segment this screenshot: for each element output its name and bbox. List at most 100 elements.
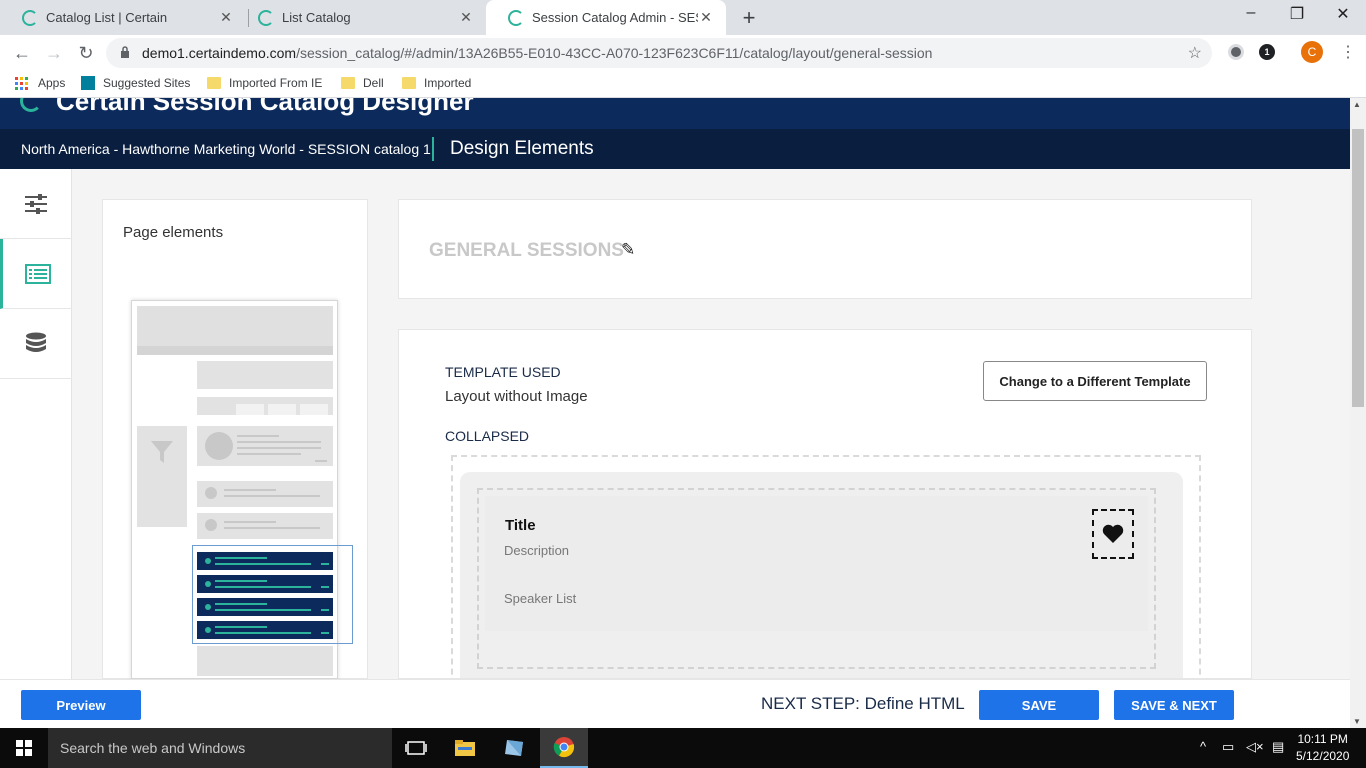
taskbar-search-box[interactable]: Search the web and Windows (48, 728, 392, 768)
close-tab-icon[interactable]: ✕ (458, 9, 474, 26)
bookmark-label: Dell (363, 76, 384, 90)
section-title: Design Elements (450, 138, 594, 159)
tablet-app-icon[interactable] (490, 728, 538, 768)
selected-element-outline[interactable] (192, 545, 353, 644)
folder-icon (341, 77, 355, 89)
filter-icon (151, 441, 173, 463)
scroll-down-arrow-icon[interactable]: ▼ (1353, 717, 1361, 726)
bookmark-dell[interactable]: Dell (341, 76, 384, 90)
bookmark-suggested-sites[interactable]: Suggested Sites (81, 76, 190, 90)
mock-filter-panel (137, 426, 187, 527)
mock-line (237, 435, 279, 437)
save-button[interactable]: SAVE (979, 690, 1099, 720)
scroll-up-arrow-icon[interactable]: ▲ (1353, 100, 1361, 109)
lock-icon (121, 46, 129, 58)
preview-description[interactable]: Description (504, 543, 569, 558)
sliders-icon (25, 193, 47, 214)
volume-muted-icon[interactable]: ◁× (1246, 739, 1264, 755)
taskbar-search-placeholder: Search the web and Windows (60, 740, 246, 756)
mock-dot (205, 487, 217, 499)
chrome-taskbar-icon[interactable] (540, 728, 588, 768)
header-divider (432, 137, 434, 161)
mock-line (237, 441, 321, 443)
battery-icon[interactable]: ▭ (1222, 739, 1234, 755)
preview-title[interactable]: Title (505, 517, 536, 534)
catalog-name-card: GENERAL SESSIONS ✎ (398, 199, 1252, 299)
mock-line (237, 453, 301, 455)
edit-pencil-icon[interactable]: ✎ (621, 240, 635, 260)
bookmark-star-icon[interactable]: ☆ (1188, 43, 1202, 63)
change-template-button[interactable]: Change to a Different Template (983, 361, 1207, 401)
browser-tab-bar: Catalog List | Certain ✕ List Catalog ✕ … (0, 0, 1366, 35)
mock-tab (268, 404, 296, 415)
extension-badge-icon[interactable]: 1 (1259, 44, 1275, 60)
certain-favicon-icon (22, 9, 38, 26)
app-subheader: North America - Hawthorne Marketing Worl… (0, 129, 1350, 169)
mock-search (197, 361, 333, 389)
bookmark-apps[interactable]: Apps (15, 76, 65, 90)
certain-favicon-icon (258, 9, 274, 26)
page-elements-heading: Page elements (123, 224, 224, 241)
tray-chevron-icon[interactable]: ^ (1200, 739, 1206, 754)
minimize-button[interactable]: – (1236, 4, 1266, 22)
extension-icon[interactable] (1228, 44, 1244, 60)
save-next-button[interactable]: SAVE & NEXT (1114, 690, 1234, 720)
url-domain: demo1.certaindemo.com (142, 45, 297, 61)
nav-item-settings[interactable] (0, 169, 72, 239)
url-path: /session_catalog/#/admin/13A26B55-E010-4… (296, 45, 933, 61)
bookmark-label: Imported (424, 76, 472, 90)
list-layout-icon (24, 263, 51, 284)
back-button[interactable]: ← (10, 41, 34, 65)
next-step-label: NEXT STEP: Define HTML (761, 694, 965, 713)
catalog-name: GENERAL SESSIONS (429, 240, 624, 261)
task-view-icon[interactable] (392, 728, 440, 768)
mock-footer (197, 646, 333, 676)
template-used-label: TEMPLATE USED (445, 364, 561, 380)
action-center-icon[interactable]: ▤ (1272, 739, 1284, 755)
taskbar-clock[interactable]: 10:11 PM 5/12/2020 (1296, 731, 1349, 765)
page-scrollbar[interactable]: ▲ ▼ (1350, 98, 1366, 728)
preview-speaker-list[interactable]: Speaker List (504, 591, 576, 606)
windows-taskbar: Search the web and Windows ^ ▭ ◁× ▤ 10:1… (0, 728, 1366, 768)
tab-label: List Catalog (282, 10, 351, 25)
tab-list-catalog[interactable]: List Catalog ✕ (236, 0, 486, 35)
forward-button[interactable]: → (42, 41, 66, 65)
browser-menu-icon[interactable]: ⋮ (1340, 42, 1356, 62)
mock-line (315, 460, 327, 462)
mock-tab (300, 404, 328, 415)
windows-start-icon[interactable] (0, 728, 48, 768)
address-bar[interactable]: demo1.certaindemo.com/session_catalog/#/… (106, 38, 1212, 68)
close-tab-icon[interactable]: ✕ (698, 9, 714, 26)
bing-icon (81, 76, 95, 90)
nav-item-data[interactable] (0, 309, 72, 379)
collapsed-label: COLLAPSED (445, 428, 530, 444)
bookmark-imported-from-ie[interactable]: Imported From IE (207, 76, 322, 90)
mock-list-row (197, 513, 333, 539)
mock-line (224, 527, 320, 529)
profile-avatar[interactable]: C (1301, 41, 1323, 63)
close-tab-icon[interactable]: ✕ (218, 9, 234, 26)
url-text[interactable]: demo1.certaindemo.com/session_catalog/#/… (142, 45, 932, 61)
bookmark-imported[interactable]: Imported (402, 76, 471, 90)
preview-button[interactable]: Preview (21, 690, 141, 720)
folder-icon (402, 77, 416, 89)
new-tab-button[interactable]: + (737, 5, 761, 31)
heart-icon (1102, 524, 1124, 543)
scrollbar-thumb[interactable] (1352, 129, 1364, 407)
mock-dot (205, 519, 217, 531)
bookmark-label: Imported From IE (229, 76, 323, 90)
reload-button[interactable]: ↻ (74, 41, 98, 65)
maximize-button[interactable]: ❐ (1282, 4, 1312, 24)
tab-catalog-list[interactable]: Catalog List | Certain ✕ (0, 0, 246, 35)
mock-avatar (205, 432, 233, 460)
clock-time: 10:11 PM (1297, 732, 1348, 746)
bookmark-label: Suggested Sites (103, 76, 191, 90)
apps-grid-icon (15, 76, 28, 90)
tab-session-catalog-admin[interactable]: Session Catalog Admin - SESSIO ✕ (486, 0, 726, 35)
close-window-button[interactable]: ✕ (1328, 4, 1358, 24)
favorite-element[interactable] (1092, 509, 1134, 559)
nav-item-layout[interactable] (0, 239, 72, 309)
template-name: Layout without Image (445, 388, 588, 405)
file-explorer-icon[interactable] (441, 728, 489, 768)
bookmark-label: Apps (38, 76, 66, 90)
